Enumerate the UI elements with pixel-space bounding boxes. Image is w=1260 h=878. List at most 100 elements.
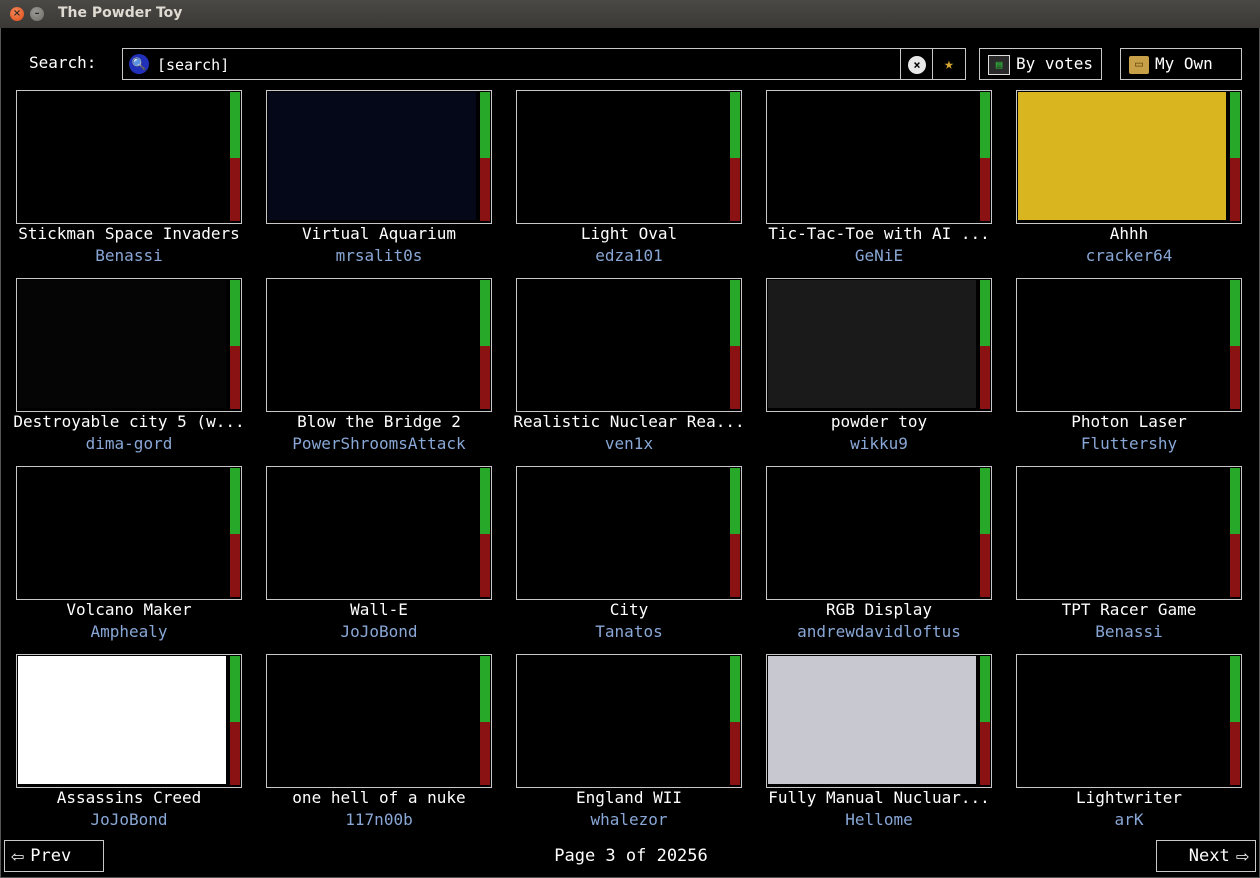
save-title[interactable]: England WII [506, 788, 752, 807]
save-thumbnail[interactable] [266, 654, 492, 788]
save-author[interactable]: GeNiE [756, 246, 1002, 265]
save-thumbnail[interactable] [266, 466, 492, 600]
save-thumbnail[interactable] [1016, 466, 1242, 600]
save-title[interactable]: RGB Display [756, 600, 1002, 619]
save-author[interactable]: ven1x [506, 434, 752, 453]
save-title[interactable]: Tic-Tac-Toe with AI ... [756, 224, 1002, 243]
minimize-window-button[interactable]: – [30, 7, 44, 21]
save-title[interactable]: Wall-E [256, 600, 502, 619]
save-author[interactable]: Amphealy [6, 622, 252, 641]
save-card[interactable]: Photon Laser Fluttershy [1016, 278, 1242, 460]
save-thumbnail[interactable] [516, 466, 742, 600]
save-card[interactable]: Ahhh cracker64 [1016, 90, 1242, 272]
save-card[interactable]: Blow the Bridge 2 PowerShroomsAttack [266, 278, 492, 460]
save-author[interactable]: Benassi [6, 246, 252, 265]
save-card[interactable]: Destroyable city 5 (w... dima-gord [13, 278, 245, 460]
prev-page-button[interactable]: ⇦ Prev [4, 840, 104, 872]
save-thumbnail[interactable] [266, 278, 492, 412]
save-card[interactable]: Realistic Nuclear Rea... ven1x [513, 278, 745, 460]
downvote-bar [730, 722, 740, 785]
save-title[interactable]: Ahhh [1006, 224, 1252, 243]
save-preview-image [518, 656, 726, 784]
save-preview-image [768, 280, 976, 408]
save-thumbnail[interactable] [1016, 654, 1242, 788]
save-card[interactable]: Lightwriter arK [1016, 654, 1242, 836]
upvote-bar [1230, 280, 1240, 346]
save-card[interactable]: Light Oval edza101 [516, 90, 742, 272]
save-thumbnail[interactable] [516, 90, 742, 224]
save-author[interactable]: wikku9 [756, 434, 1002, 453]
save-thumbnail[interactable] [16, 278, 242, 412]
save-title[interactable]: Volcano Maker [6, 600, 252, 619]
save-author[interactable]: edza101 [506, 246, 752, 265]
save-title[interactable]: Assassins Creed [6, 788, 252, 807]
save-card[interactable]: Fully Manual Nucluar... Hellome [766, 654, 992, 836]
save-card[interactable]: Volcano Maker Amphealy [16, 466, 242, 648]
save-title[interactable]: Destroyable city 5 (w... [6, 412, 252, 431]
save-title[interactable]: TPT Racer Game [1006, 600, 1252, 619]
sort-by-votes-button[interactable]: ▤ By votes [979, 48, 1102, 80]
save-preview-image [18, 656, 226, 784]
save-author[interactable]: PowerShroomsAttack [256, 434, 502, 453]
save-thumbnail[interactable] [1016, 278, 1242, 412]
save-card[interactable]: Stickman Space Invaders Benassi [16, 90, 242, 272]
save-author[interactable]: Hellome [756, 810, 1002, 829]
save-card[interactable]: RGB Display andrewdavidloftus [766, 466, 992, 648]
save-title[interactable]: Realistic Nuclear Rea... [506, 412, 752, 431]
save-author[interactable]: Benassi [1006, 622, 1252, 641]
save-author[interactable]: dima-gord [6, 434, 252, 453]
next-page-button[interactable]: Next ⇨ [1156, 840, 1256, 872]
save-thumbnail[interactable] [266, 90, 492, 224]
save-author[interactable]: JoJoBond [6, 810, 252, 829]
save-thumbnail[interactable] [766, 466, 992, 600]
save-thumbnail[interactable] [16, 466, 242, 600]
save-author[interactable]: Fluttershy [1006, 434, 1252, 453]
save-card[interactable]: England WII whalezor [516, 654, 742, 836]
save-thumbnail[interactable] [766, 90, 992, 224]
close-window-button[interactable]: × [10, 7, 24, 21]
save-browser: Search: 🔍 [search] × ★ ▤ By votes ▭ My Own… [0, 28, 1260, 878]
downvote-bar [980, 534, 990, 597]
save-thumbnail[interactable] [516, 654, 742, 788]
favorites-button[interactable]: ★ [932, 49, 965, 79]
clear-search-button[interactable]: × [900, 49, 933, 79]
downvote-bar [1230, 722, 1240, 785]
search-input[interactable]: 🔍 [search] × ★ [122, 48, 966, 80]
save-author[interactable]: Tanatos [506, 622, 752, 641]
save-author[interactable]: mrsalit0s [256, 246, 502, 265]
save-card[interactable]: TPT Racer Game Benassi [1016, 466, 1242, 648]
save-thumbnail[interactable] [1016, 90, 1242, 224]
save-card[interactable]: one hell of a nuke 117n00b [266, 654, 492, 836]
save-card[interactable]: Wall-E JoJoBond [266, 466, 492, 648]
save-card[interactable]: City Tanatos [516, 466, 742, 648]
save-author[interactable]: JoJoBond [256, 622, 502, 641]
save-title[interactable]: Virtual Aquarium [256, 224, 502, 243]
save-title[interactable]: Lightwriter [1006, 788, 1252, 807]
save-title[interactable]: Stickman Space Invaders [6, 224, 252, 243]
save-card[interactable]: Tic-Tac-Toe with AI ... GeNiE [766, 90, 992, 272]
save-thumbnail[interactable] [16, 90, 242, 224]
save-author[interactable]: whalezor [506, 810, 752, 829]
save-author[interactable]: andrewdavidloftus [756, 622, 1002, 641]
save-thumbnail[interactable] [516, 278, 742, 412]
save-author[interactable]: cracker64 [1006, 246, 1252, 265]
downvote-bar [1230, 158, 1240, 221]
save-thumbnail[interactable] [16, 654, 242, 788]
save-thumbnail[interactable] [766, 278, 992, 412]
save-thumbnail[interactable] [766, 654, 992, 788]
save-title[interactable]: one hell of a nuke [256, 788, 502, 807]
search-input-text[interactable]: [search] [157, 56, 229, 74]
save-title[interactable]: Light Oval [506, 224, 752, 243]
downvote-bar [730, 346, 740, 409]
my-own-button[interactable]: ▭ My Own [1120, 48, 1242, 80]
save-card[interactable]: Virtual Aquarium mrsalit0s [266, 90, 492, 272]
save-title[interactable]: City [506, 600, 752, 619]
save-title[interactable]: Fully Manual Nucluar... [756, 788, 1002, 807]
save-title[interactable]: powder toy [756, 412, 1002, 431]
save-author[interactable]: 117n00b [256, 810, 502, 829]
save-title[interactable]: Photon Laser [1006, 412, 1252, 431]
save-title[interactable]: Blow the Bridge 2 [256, 412, 502, 431]
save-card[interactable]: Assassins Creed JoJoBond [16, 654, 242, 836]
save-card[interactable]: powder toy wikku9 [766, 278, 992, 460]
save-author[interactable]: arK [1006, 810, 1252, 829]
